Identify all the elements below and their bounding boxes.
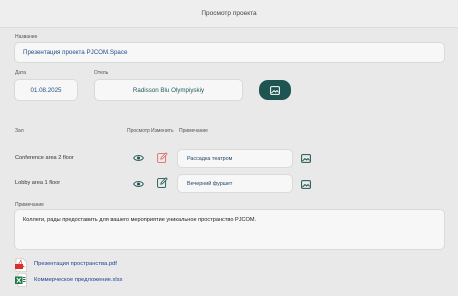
date-field[interactable]: 01.08.2025 [14, 79, 78, 101]
note-label: Примечание [15, 202, 44, 208]
file-link-pdf[interactable]: Презентация пространства.pdf [34, 261, 117, 267]
hotel-field[interactable]: Radisson Blu Olympiyskiy [94, 79, 243, 101]
hall-image-button[interactable] [300, 153, 311, 163]
image-icon [270, 85, 280, 95]
note-field[interactable]: Коллеги, рады предоставить для вашего ме… [14, 209, 445, 250]
hall-name: Lobby area 1 floor [15, 180, 61, 186]
title-bar: Просмотр проекта [0, 0, 458, 28]
edit-icon [157, 177, 168, 188]
name-label: Название [15, 34, 38, 40]
hall-note-value: Вечерний фуршет [187, 180, 233, 187]
note-text: Коллеги, рады предоставить для вашего ме… [23, 217, 257, 223]
view-button[interactable] [132, 179, 144, 189]
date-label: Дата [15, 70, 27, 76]
edit-button[interactable] [157, 177, 168, 188]
excel-file-icon [15, 273, 27, 287]
eye-icon [132, 155, 144, 161]
hotel-label: Отель [94, 70, 109, 76]
hall-image-button[interactable] [300, 179, 311, 189]
note-column-header: Примечание [179, 128, 208, 134]
hall-note-value: Рассадка театром [187, 155, 233, 162]
name-field[interactable]: Презентация проекта PJCOM.Space [14, 42, 445, 63]
view-column-header: Просмотр [127, 128, 150, 134]
image-icon [300, 179, 311, 189]
file-link-xlsx[interactable]: Коммерческое предложение.xlsx [34, 277, 123, 283]
edit-column-header: Изменить [151, 128, 174, 134]
edit-icon [157, 152, 168, 163]
hall-name: Conference area 2 floor [15, 155, 74, 161]
hotel-image-button[interactable] [259, 80, 291, 100]
page-title: Просмотр проекта [201, 10, 257, 17]
edit-button[interactable] [157, 152, 168, 163]
hall-note-field[interactable]: Вечерний фуршет [177, 174, 293, 193]
hall-note-field[interactable]: Рассадка театром [177, 149, 293, 168]
pdf-file-icon [15, 258, 27, 272]
date-value: 01.08.2025 [30, 86, 62, 94]
image-icon [300, 153, 311, 163]
hall-column-header: Зал [15, 128, 24, 134]
view-button[interactable] [132, 153, 144, 163]
hotel-value: Radisson Blu Olympiyskiy [132, 86, 205, 94]
eye-icon [132, 181, 144, 187]
name-value: Презентация проекта PJCOM.Space [23, 49, 128, 56]
